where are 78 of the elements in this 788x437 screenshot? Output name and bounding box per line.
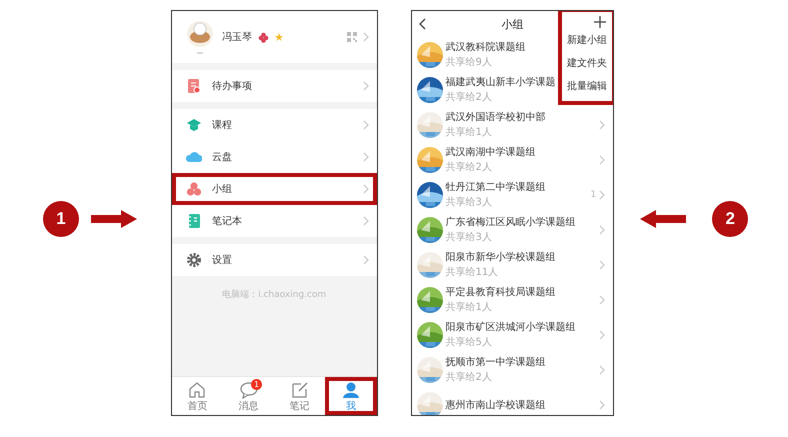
group-name: 广东省梅江区风眠小学课题组: [446, 216, 576, 229]
arrow-icon: [640, 210, 686, 228]
chevron-icon: [599, 260, 606, 270]
share-count: 共享给11人: [446, 266, 498, 279]
back-icon[interactable]: [418, 18, 426, 30]
chevron-icon: [362, 152, 369, 162]
chevron-icon: [599, 154, 606, 164]
tab[interactable]: 我: [325, 377, 376, 415]
group-name: 平定县教育科技局课题组: [446, 286, 556, 299]
group-name: 牡丹江第二中学课题组: [446, 180, 546, 194]
share-count: 共享给3人: [446, 230, 492, 244]
chevron-icon: [362, 216, 369, 226]
chevron-icon: [599, 400, 606, 410]
group-name: 阳泉市矿区洪城河小学课题组: [446, 320, 576, 334]
menu-label: 课程: [212, 119, 233, 132]
menu-item[interactable]: 小组: [172, 173, 377, 205]
share-count: 共享给3人: [446, 196, 492, 209]
chevron-icon: [362, 255, 369, 265]
notification-badge: 1: [250, 379, 262, 390]
share-count: 共享给2人: [446, 90, 492, 104]
chat-bubble-icon: [238, 380, 259, 398]
group-name: 武汉南湖中学课题组: [446, 146, 536, 159]
circles-icon: [186, 181, 202, 197]
menu-item[interactable]: 课程: [172, 109, 377, 141]
chevron-icon: [362, 184, 369, 194]
group-name: 阳泉市新华小学校课题组: [446, 250, 556, 264]
graduation-cap-icon: [186, 117, 202, 133]
share-count: 共享给2人: [446, 160, 492, 174]
user-name: 冯玉琴: [222, 31, 252, 44]
share-count: 共享给1人: [446, 126, 492, 139]
menu-label: 设置: [212, 254, 233, 267]
group-name: 抚顺市第一中学课题组: [446, 356, 546, 369]
group-name: 武汉教科院课题组: [446, 40, 526, 54]
menu-item[interactable]: 建文件夹: [563, 51, 612, 74]
home-icon: [187, 380, 208, 398]
step-number: 1: [43, 200, 79, 236]
chevron-icon: [599, 120, 606, 130]
menu-label: 云盘: [212, 151, 233, 164]
chevron-icon: [362, 81, 369, 91]
menu-label: 待办事项: [212, 80, 253, 93]
plus-icon[interactable]: [594, 16, 606, 28]
tab[interactable]: 笔记: [274, 377, 326, 415]
share-count: 共享给9人: [446, 56, 492, 69]
menu-item[interactable]: 云盘: [172, 141, 377, 173]
unread-count: 1: [590, 190, 596, 200]
menu-label: 小组: [212, 182, 233, 196]
footer-text: 电脑端：i.chaoxing.com: [221, 288, 328, 301]
chevron-icon: [362, 32, 369, 42]
step-number: 2: [712, 200, 748, 236]
edit-icon: [290, 380, 310, 398]
tab[interactable]: 首页: [172, 377, 223, 415]
group-name: 惠州市南山学校课题组: [446, 398, 546, 412]
settings-icon: [186, 252, 202, 268]
flower-icon: [258, 32, 269, 42]
menu-item[interactable]: 笔记本: [172, 205, 377, 237]
tab[interactable]: 消息 1: [222, 377, 274, 415]
screen-title: 小组: [500, 16, 524, 32]
group-name: 福建武夷山新丰小学课题: [446, 76, 556, 89]
menu-item[interactable]: 设置: [172, 244, 377, 276]
share-count: 共享给1人: [446, 300, 492, 314]
person-icon: [340, 380, 361, 398]
share-count: 共享给5人: [446, 336, 492, 349]
share-count: 共享给2人: [446, 370, 492, 384]
chevron-icon: [599, 224, 606, 234]
menu-item[interactable]: 新建小组: [563, 28, 612, 51]
chevron-icon: [362, 120, 369, 130]
menu-label: 笔记本: [212, 214, 243, 228]
cloud-icon: [186, 149, 202, 165]
menu-item[interactable]: 待办事项: [172, 70, 377, 102]
group-name: 武汉外国语学校初中部: [446, 110, 546, 124]
chevron-icon: [599, 190, 606, 200]
chevron-icon: [599, 294, 606, 304]
document-icon: [186, 78, 202, 94]
arrow-icon: [91, 210, 137, 228]
chevron-icon: [599, 330, 606, 340]
menu-item[interactable]: 批量编辑: [563, 74, 612, 97]
chevron-icon: [599, 364, 606, 374]
star-icon: [274, 33, 283, 41]
